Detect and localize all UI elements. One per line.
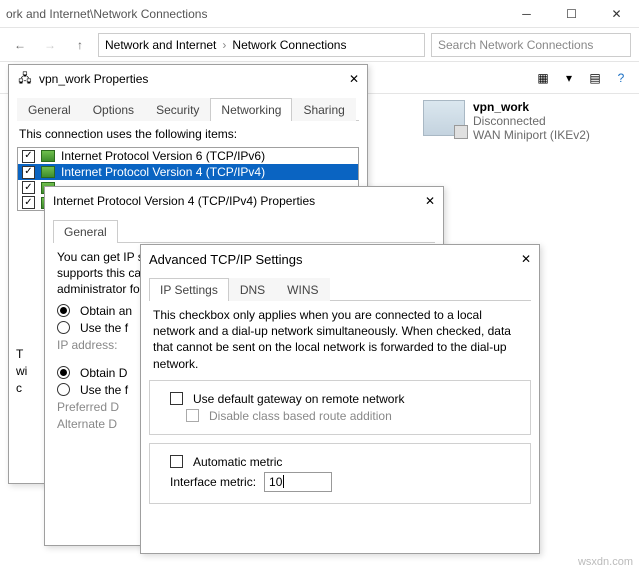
details-pane-icon[interactable]: ▤ <box>587 70 603 86</box>
radio-icon <box>57 383 70 396</box>
dialog1-tabs: General Options Security Networking Shar… <box>17 97 359 121</box>
checkbox-default-gateway[interactable]: Use default gateway on remote network <box>170 392 510 406</box>
radio-icon <box>57 321 70 334</box>
tab-security[interactable]: Security <box>145 98 210 121</box>
connection-card-vpn-work[interactable]: vpn_work Disconnected WAN Miniport (IKEv… <box>417 94 627 148</box>
tab-dns[interactable]: DNS <box>229 278 276 301</box>
checkbox-icon <box>170 455 183 468</box>
radio-icon <box>57 366 70 379</box>
obscured-left-text: T wi c <box>16 346 36 396</box>
dialog1-close-button[interactable]: ✕ <box>349 72 359 86</box>
maximize-button[interactable]: ☐ <box>549 0 594 28</box>
view-layout-icon[interactable]: ▦ <box>535 70 551 86</box>
connection-small-icon: 🖧 <box>17 71 33 87</box>
checkbox-ipv4[interactable]: ✓ <box>22 166 35 179</box>
checkbox-automatic-metric[interactable]: Automatic metric <box>170 455 510 469</box>
text-caret-icon <box>283 475 284 488</box>
ip-address-label: IP address: <box>57 338 117 352</box>
tab-sharing[interactable]: Sharing <box>292 98 355 121</box>
view-dropdown-icon[interactable]: ▾ <box>561 70 577 86</box>
tab-networking[interactable]: Networking <box>210 98 292 121</box>
checkbox-label: Automatic metric <box>193 455 282 469</box>
search-input[interactable]: Search Network Connections <box>431 33 631 57</box>
radio-label: Obtain an <box>80 304 132 318</box>
explorer-toolbar: ← → ↑ Network and Internet › Network Con… <box>0 28 639 62</box>
connection-device-icon <box>423 100 465 136</box>
dialog3-close-button[interactable]: ✕ <box>521 252 531 266</box>
connection-state: Disconnected <box>473 114 590 128</box>
search-placeholder: Search Network Connections <box>438 38 593 52</box>
alternate-dns-label: Alternate D <box>57 417 117 431</box>
protocol-icon <box>41 166 55 178</box>
checkbox-ipv6[interactable]: ✓ <box>22 150 35 163</box>
protocol-item-ipv4[interactable]: ✓ Internet Protocol Version 4 (TCP/IPv4) <box>18 164 358 180</box>
uses-items-label: This connection uses the following items… <box>19 127 357 141</box>
checkbox-label: Disable class based route addition <box>209 409 392 423</box>
checkbox-icon <box>170 392 183 405</box>
dialog3-title: Advanced TCP/IP Settings <box>149 252 515 267</box>
connection-driver: WAN Miniport (IKEv2) <box>473 128 590 142</box>
breadcrumb-network-connections[interactable]: Network Connections <box>232 38 346 52</box>
close-button[interactable]: ✕ <box>594 0 639 28</box>
preferred-dns-label: Preferred D <box>57 400 119 414</box>
address-bar[interactable]: Network and Internet › Network Connectio… <box>98 33 425 57</box>
explorer-titlebar: ork and Internet\Network Connections ─ ☐… <box>0 0 639 28</box>
gateway-group: Use default gateway on remote network Di… <box>149 380 531 435</box>
tab-general[interactable]: General <box>17 98 82 121</box>
radio-label: Obtain D <box>80 366 127 380</box>
metric-group: Automatic metric Interface metric: 10 <box>149 443 531 504</box>
watermark: wsxdn.com <box>578 556 633 568</box>
protocol-label-ipv6: Internet Protocol Version 6 (TCP/IPv6) <box>61 149 265 163</box>
gateway-note: This checkbox only applies when you are … <box>153 307 527 372</box>
radio-label: Use the f <box>80 321 128 335</box>
tab-general-ipv4[interactable]: General <box>53 220 118 243</box>
checkbox[interactable]: ✓ <box>22 196 35 209</box>
radio-icon <box>57 304 70 317</box>
dialog2-title: Internet Protocol Version 4 (TCP/IPv4) P… <box>53 194 419 208</box>
tab-options[interactable]: Options <box>82 98 145 121</box>
radio-label: Use the f <box>80 383 128 397</box>
connection-name: vpn_work <box>473 100 529 114</box>
forward-button[interactable]: → <box>38 33 62 57</box>
protocol-icon <box>41 150 55 162</box>
dialog1-title: vpn_work Properties <box>39 72 343 86</box>
breadcrumb-network-internet[interactable]: Network and Internet <box>105 38 216 52</box>
checkbox-icon <box>186 409 199 422</box>
minimize-button[interactable]: ─ <box>504 0 549 28</box>
dialog-advanced-tcpip: Advanced TCP/IP Settings ✕ IP Settings D… <box>140 244 540 554</box>
interface-metric-label: Interface metric: <box>170 475 256 489</box>
tab-ip-settings[interactable]: IP Settings <box>149 278 229 301</box>
checkbox-disable-class-route: Disable class based route addition <box>186 409 510 423</box>
interface-metric-value: 10 <box>269 475 282 489</box>
titlebar-path: ork and Internet\Network Connections <box>0 7 504 21</box>
dialog2-close-button[interactable]: ✕ <box>425 194 435 208</box>
interface-metric-input[interactable]: 10 <box>264 472 332 492</box>
protocol-item-ipv6[interactable]: ✓ Internet Protocol Version 6 (TCP/IPv6) <box>18 148 358 164</box>
protocol-label-ipv4: Internet Protocol Version 4 (TCP/IPv4) <box>61 165 265 179</box>
connection-text: vpn_work Disconnected WAN Miniport (IKEv… <box>473 100 590 142</box>
up-button[interactable]: ↑ <box>68 33 92 57</box>
tab-wins[interactable]: WINS <box>276 278 329 301</box>
checkbox-label: Use default gateway on remote network <box>193 392 404 406</box>
back-button[interactable]: ← <box>8 33 32 57</box>
chevron-right-icon: › <box>222 38 226 52</box>
checkbox[interactable]: ✓ <box>22 181 35 194</box>
help-icon[interactable]: ? <box>613 70 629 86</box>
